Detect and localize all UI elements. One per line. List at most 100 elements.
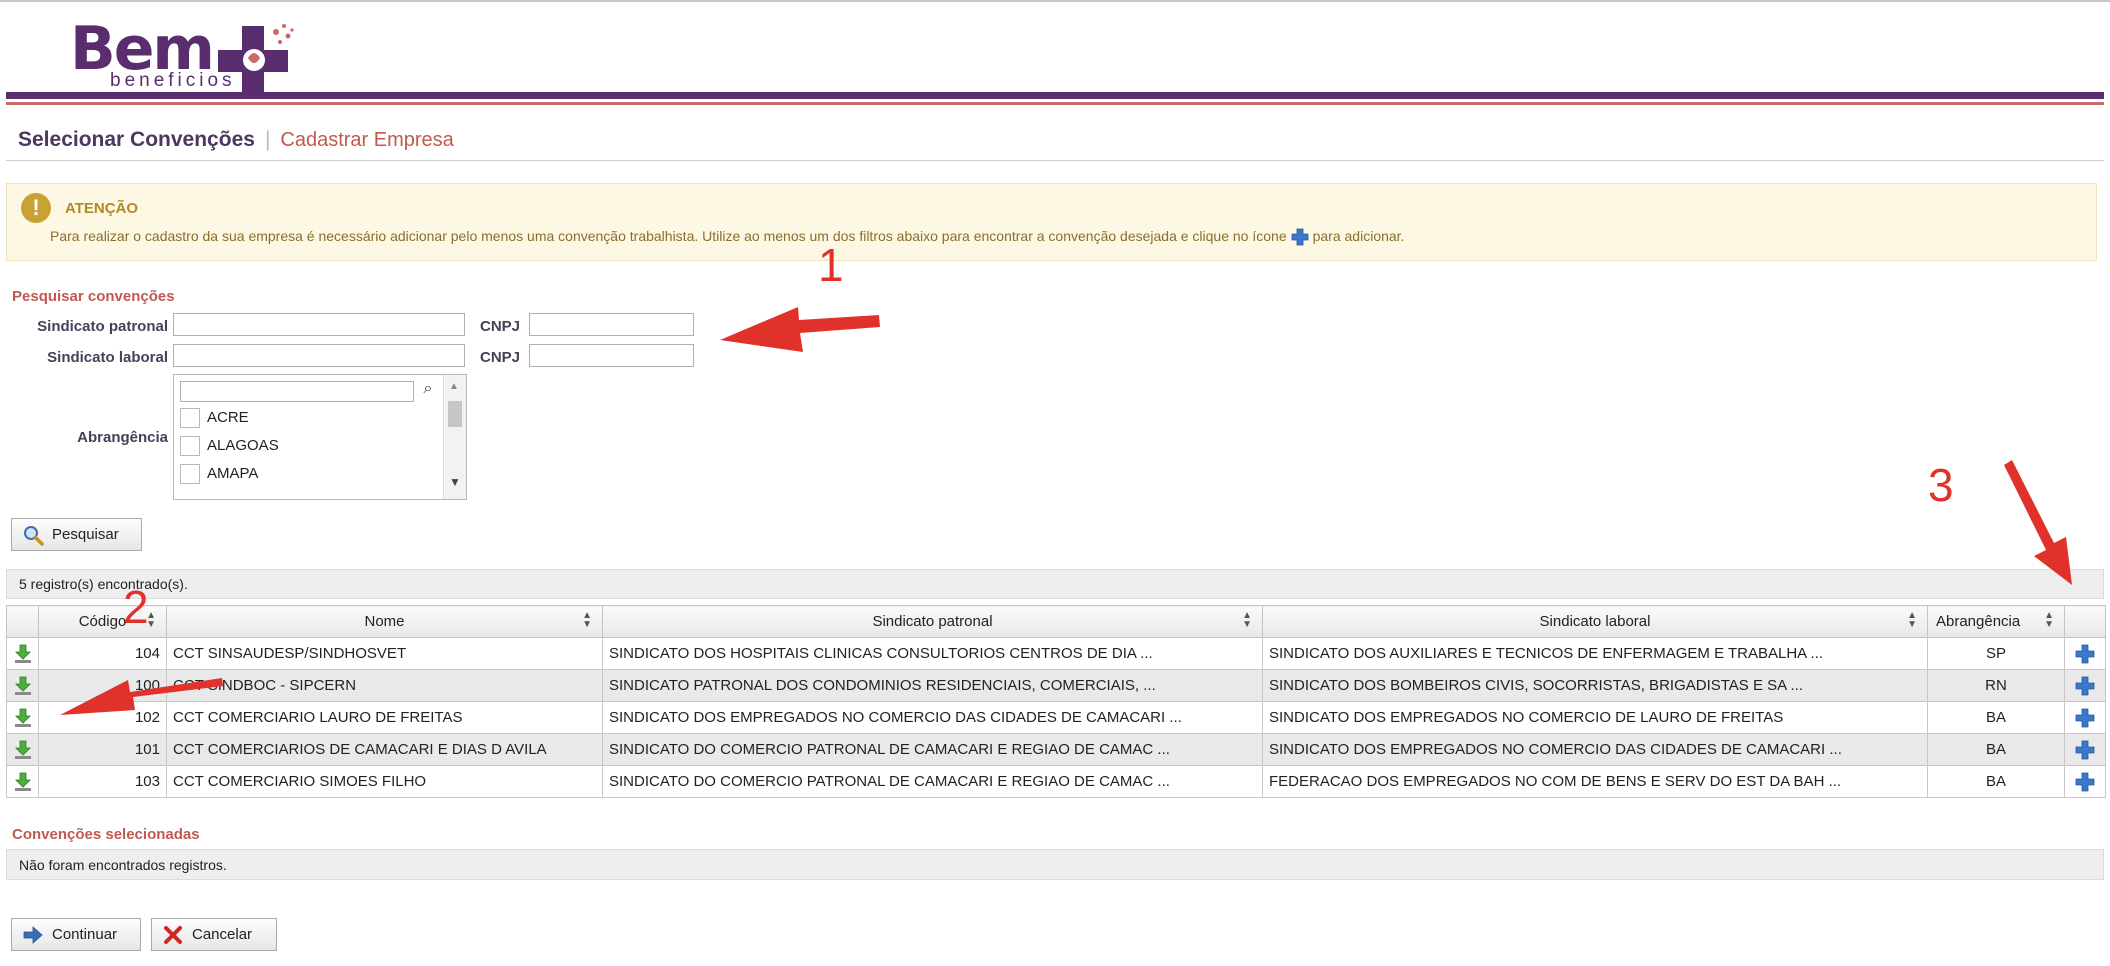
cell-patronal: SINDICATO DOS HOSPITAIS CLINICAS CONSULT… bbox=[602, 637, 1263, 670]
download-cell[interactable] bbox=[6, 637, 39, 670]
abrangencia-filter-input[interactable] bbox=[180, 381, 414, 402]
option-acre[interactable]: ACRE bbox=[180, 408, 249, 432]
download-cell[interactable] bbox=[6, 701, 39, 734]
cell-abrangencia: BA bbox=[1927, 733, 2065, 766]
abrangencia-multiselect[interactable]: ⌕ ACRE ALAGOAS AMAPA ▲ ▼ bbox=[173, 374, 467, 500]
sort-icon[interactable]: ▲ ▼ bbox=[1907, 611, 1917, 630]
abrangencia-scrollbar[interactable]: ▲ ▼ bbox=[443, 375, 466, 499]
option-alagoas[interactable]: ALAGOAS bbox=[180, 436, 279, 460]
add-icon[interactable] bbox=[2075, 676, 2095, 696]
option-amapa-label: AMAPA bbox=[207, 464, 259, 482]
title-separator: | bbox=[264, 128, 271, 151]
add-cell[interactable] bbox=[2064, 637, 2106, 670]
cell-laboral: SINDICATO DOS EMPREGADOS NO COMERCIO DE … bbox=[1262, 701, 1928, 734]
annotation-number-2: 2 bbox=[123, 581, 149, 633]
col-nome-label: Nome bbox=[364, 613, 405, 630]
page-title-bar: Selecionar Convenções | Cadastrar Empresa bbox=[18, 128, 454, 152]
cell-laboral: SINDICATO DOS AUXILIARES E TECNICOS DE E… bbox=[1262, 637, 1928, 670]
scroll-down-icon[interactable]: ▼ bbox=[449, 475, 461, 489]
annotation-arrow-3 bbox=[2004, 460, 2072, 585]
plus-icon bbox=[1291, 228, 1309, 246]
alert-text-before: Para realizar o cadastro da sua empresa … bbox=[50, 228, 1287, 244]
annotation-number-3: 3 bbox=[1928, 459, 1954, 511]
col-nome-header[interactable]: Nome ▲ ▼ bbox=[166, 605, 603, 638]
arrow-right-icon bbox=[23, 925, 43, 944]
sort-icon[interactable]: ▲ ▼ bbox=[2044, 611, 2054, 630]
add-icon[interactable] bbox=[2075, 740, 2095, 760]
add-cell[interactable] bbox=[2064, 669, 2106, 702]
add-icon[interactable] bbox=[2075, 644, 2095, 664]
sindicato-laboral-label: Sindicato laboral bbox=[47, 349, 168, 366]
cell-nome: CCT COMERCIARIOS DE CAMACARI E DIAS D AV… bbox=[166, 733, 603, 766]
download-icon[interactable] bbox=[13, 771, 33, 793]
page-subtitle: Cadastrar Empresa bbox=[280, 129, 454, 151]
option-amapa[interactable]: AMAPA bbox=[180, 464, 258, 488]
sort-icon[interactable]: ▲ ▼ bbox=[582, 611, 592, 630]
cancel-button-label: Cancelar bbox=[192, 926, 253, 943]
download-icon[interactable] bbox=[13, 739, 33, 761]
add-cell[interactable] bbox=[2064, 765, 2106, 798]
attention-alert: ! ATENÇÃO Para realizar o cadastro da su… bbox=[6, 183, 2097, 261]
cnpj-laboral-input[interactable] bbox=[529, 344, 694, 367]
selected-section-title: Convenções selecionadas bbox=[12, 826, 200, 843]
col-abrangencia-label: Abrangência bbox=[1936, 613, 2021, 630]
scroll-up-icon[interactable]: ▲ bbox=[449, 381, 459, 392]
alert-title: ATENÇÃO bbox=[65, 200, 139, 217]
col-download-header bbox=[6, 605, 39, 638]
table-row: 104 CCT SINSAUDESP/SINDHOSVET SINDICATO … bbox=[6, 637, 2106, 670]
download-cell[interactable] bbox=[6, 765, 39, 798]
search-icon bbox=[24, 525, 44, 546]
download-icon[interactable] bbox=[13, 675, 33, 697]
cell-laboral: FEDERACAO DOS EMPREGADOS NO COM DE BENS … bbox=[1262, 765, 1928, 798]
alert-text-after: para adicionar. bbox=[1312, 228, 1405, 244]
cell-patronal: SINDICATO DOS EMPREGADOS NO COMERCIO DAS… bbox=[602, 701, 1263, 734]
brand-logo: Bem beneficios bbox=[70, 14, 300, 96]
search-button[interactable]: Pesquisar bbox=[11, 518, 142, 551]
col-laboral-header[interactable]: Sindicato laboral ▲ ▼ bbox=[1262, 605, 1928, 638]
sindicato-patronal-input[interactable] bbox=[173, 313, 465, 336]
checkbox-alagoas[interactable] bbox=[180, 436, 200, 456]
col-patronal-header[interactable]: Sindicato patronal ▲ ▼ bbox=[602, 605, 1263, 638]
cell-nome: CCT COMERCIARIO LAURO DE FREITAS bbox=[166, 701, 603, 734]
cell-abrangencia: BA bbox=[1927, 701, 2065, 734]
add-icon[interactable] bbox=[2075, 772, 2095, 792]
sort-icon[interactable]: ▲ ▼ bbox=[1242, 611, 1252, 630]
table-header-row: Código ▲ ▼ Nome ▲ ▼ Sindicato patronal ▲ ▼ Sin… bbox=[6, 605, 2106, 638]
cancel-button[interactable]: Cancelar bbox=[151, 918, 277, 951]
search-button-label: Pesquisar bbox=[52, 526, 119, 543]
col-abrangencia-header[interactable]: Abrangência ▲ ▼ bbox=[1927, 605, 2065, 638]
checkbox-acre[interactable] bbox=[180, 408, 200, 428]
cnpj-patronal-label: CNPJ bbox=[480, 318, 521, 335]
cell-codigo: 100 bbox=[38, 669, 167, 702]
scroll-thumb[interactable] bbox=[448, 401, 462, 427]
download-cell[interactable] bbox=[6, 733, 39, 766]
cell-nome: CCT SINDBOC - SIPCERN bbox=[166, 669, 603, 702]
checkbox-amapa[interactable] bbox=[180, 464, 200, 484]
abrangencia-label: Abrangência bbox=[77, 429, 168, 446]
logo-cross-icon bbox=[218, 24, 294, 96]
table-row: 101 CCT COMERCIARIOS DE CAMACARI E DIAS … bbox=[6, 733, 2106, 766]
header-stripe-red bbox=[6, 102, 2104, 105]
sindicato-laboral-input[interactable] bbox=[173, 344, 465, 367]
download-icon[interactable] bbox=[13, 643, 33, 665]
cell-patronal: SINDICATO DO COMERCIO PATRONAL DE CAMACA… bbox=[602, 765, 1263, 798]
add-cell[interactable] bbox=[2064, 701, 2106, 734]
results-count: 5 registro(s) encontrado(s). bbox=[19, 576, 188, 592]
continue-button[interactable]: Continuar bbox=[11, 918, 141, 951]
page-title: Selecionar Convenções bbox=[18, 128, 255, 151]
option-alagoas-label: ALAGOAS bbox=[207, 436, 279, 454]
download-icon[interactable] bbox=[13, 707, 33, 729]
results-count-bar: 5 registro(s) encontrado(s). bbox=[6, 569, 2104, 599]
cell-codigo: 103 bbox=[38, 765, 167, 798]
selected-empty-text: Não foram encontrados registros. bbox=[19, 857, 227, 873]
cell-abrangencia: BA bbox=[1927, 765, 2065, 798]
download-cell[interactable] bbox=[6, 669, 39, 702]
col-laboral-label: Sindicato laboral bbox=[1539, 613, 1651, 630]
magnifier-icon[interactable]: ⌕ bbox=[416, 380, 440, 402]
add-icon[interactable] bbox=[2075, 708, 2095, 728]
cell-patronal: SINDICATO PATRONAL DOS CONDOMINIOS RESID… bbox=[602, 669, 1263, 702]
add-cell[interactable] bbox=[2064, 733, 2106, 766]
cnpj-laboral-label: CNPJ bbox=[480, 349, 521, 366]
table-row: 103 CCT COMERCIARIO SIMOES FILHO SINDICA… bbox=[6, 765, 2106, 798]
cnpj-patronal-input[interactable] bbox=[529, 313, 694, 336]
